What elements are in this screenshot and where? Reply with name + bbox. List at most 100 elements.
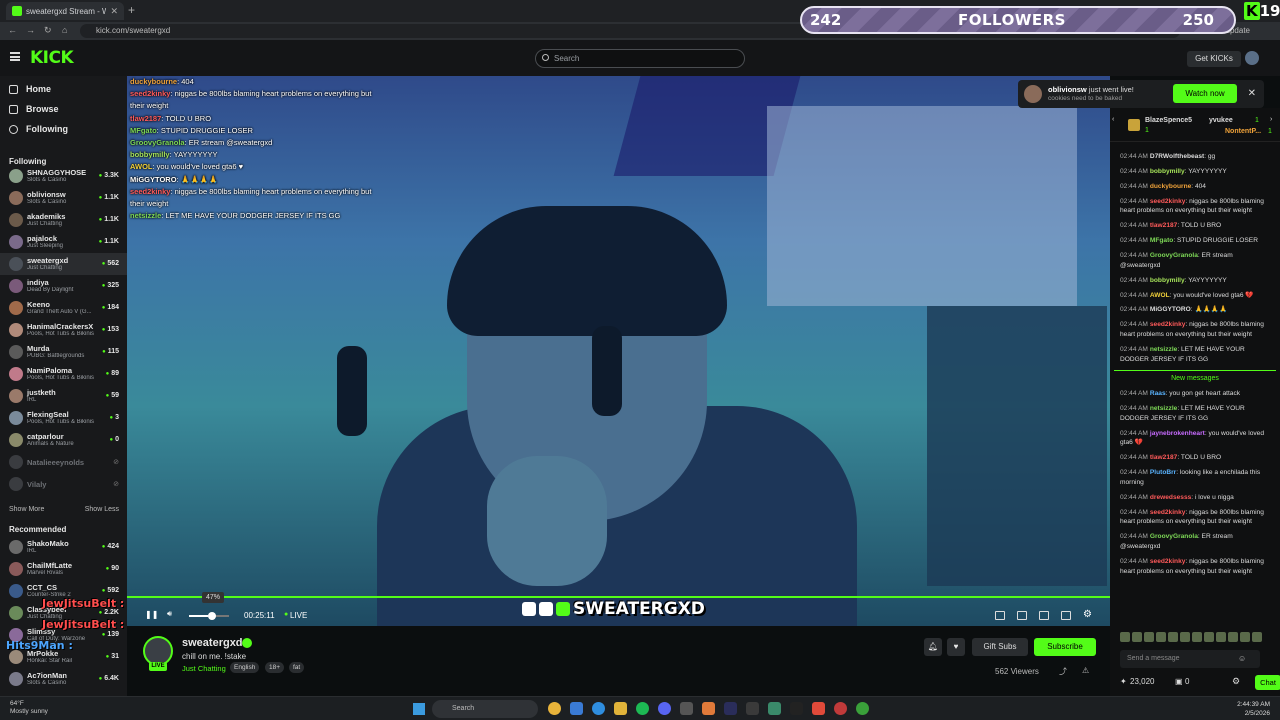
app-icon[interactable] <box>834 702 847 715</box>
sidebar-channel[interactable]: SHNAGGYHOSESlots & Casino 3.3K <box>0 165 127 187</box>
home-icon[interactable]: ⌂ <box>62 25 67 35</box>
emote-icon[interactable] <box>1216 632 1226 642</box>
sidebar-channel[interactable]: catparlourAnimals & Nature 0 <box>0 429 127 451</box>
kicks-balance[interactable]: 23,020 <box>1130 677 1154 686</box>
chat-username[interactable]: duckybourne <box>1150 183 1191 190</box>
sidebar-channel[interactable]: ShakoMakoIRL 424 <box>0 536 127 558</box>
watch-now-button[interactable]: Watch now <box>1173 84 1237 103</box>
chat-username[interactable]: Raas <box>1150 390 1166 397</box>
chat-username[interactable]: bobbymilly <box>1150 277 1185 284</box>
show-less-button[interactable]: Show Less <box>85 506 119 513</box>
sidebar-channel[interactable]: akademiksJust Chatting 1.1K <box>0 209 127 231</box>
spotify-icon[interactable] <box>636 702 649 715</box>
close-tab-icon[interactable]: ✕ <box>110 6 118 17</box>
report-icon[interactable]: ⚠ <box>1082 666 1089 675</box>
emote-icon[interactable] <box>1132 632 1142 642</box>
get-kicks-button[interactable]: Get KICKs <box>1187 51 1241 67</box>
chat-username[interactable]: netsizzle <box>1150 346 1177 353</box>
chat-message[interactable]: 02:44 AM PlutoBrr: looking like a enchila… <box>1120 468 1270 487</box>
discord-icon[interactable] <box>658 702 671 715</box>
sidebar-channel[interactable]: NamiPalomaPools, Hot Tubs & Bikinis 89 <box>0 363 127 385</box>
chat-message[interactable]: 02:44 AM GroovyGranola: ER stream @sweate… <box>1120 251 1270 270</box>
emote-icon[interactable] <box>1156 632 1166 642</box>
hamburger-menu-icon[interactable] <box>10 52 20 61</box>
brave-icon[interactable] <box>812 702 825 715</box>
sidebar-channel[interactable]: sweatergxdJust Chatting 562 <box>0 253 127 275</box>
chat-message[interactable]: 02:44 AM jaynebrokenheart: you would've l… <box>1120 429 1270 448</box>
chat-username[interactable]: seed2kinky <box>1150 558 1186 565</box>
chat-message[interactable]: 02:44 AM GroovyGranola: ER stream @sweate… <box>1120 532 1270 551</box>
settings-gear-icon[interactable]: ⚙ <box>1083 609 1092 620</box>
chat-username[interactable]: D7RWolfthebeast <box>1150 153 1204 160</box>
volume-icon[interactable]: 🔊︎ <box>167 609 172 619</box>
sidebar-channel[interactable]: justkethIRL 59 <box>0 385 127 407</box>
share-icon[interactable]: ⤴ <box>1059 666 1067 677</box>
chat-message[interactable]: 02:44 AM D7RWolfthebeast: gg <box>1120 152 1270 162</box>
photoshop-icon[interactable] <box>724 702 737 715</box>
sidebar-channel[interactable]: Ac7ionManSlots & Casino 6.4K <box>0 668 127 690</box>
close-icon[interactable]: ✕ <box>1248 88 1256 99</box>
taskbar-clock[interactable]: 2:44:39 AM 2/5/2026 <box>1237 700 1270 718</box>
chat-message[interactable]: 02:44 AM seed2kinky: niggas be 800lbs bla… <box>1120 508 1270 527</box>
nav-home[interactable]: Home <box>9 84 51 94</box>
chevron-left-icon[interactable]: ‹ <box>1112 116 1114 123</box>
emote-icon[interactable] <box>1180 632 1190 642</box>
taskview-icon[interactable] <box>570 702 583 715</box>
chat-username[interactable]: MiGGYTORO <box>1150 306 1191 313</box>
app-icon[interactable] <box>746 702 759 715</box>
emote-icon[interactable] <box>1120 632 1130 642</box>
back-icon[interactable]: ← <box>8 25 17 35</box>
sidebar-channel[interactable]: indiyaDead By Daylight 325 <box>0 275 127 297</box>
chat-message[interactable]: 02:44 AM seed2kinky: niggas be 800lbs bla… <box>1120 197 1270 216</box>
xbox-icon[interactable] <box>856 702 869 715</box>
chat-username[interactable]: drewedsesss <box>1150 494 1191 501</box>
browser-tab[interactable]: sweatergxd Stream - Watch... ✕ <box>6 2 124 20</box>
chat-send-button[interactable]: Chat <box>1255 675 1280 690</box>
emote-icon[interactable] <box>1228 632 1238 642</box>
terminal-icon[interactable] <box>790 702 803 715</box>
nav-following[interactable]: Following <box>9 124 68 134</box>
live-progress-bar[interactable] <box>127 596 1110 598</box>
chat-username[interactable]: netsizzle <box>1150 405 1177 412</box>
sidebar-channel[interactable]: KeenoGrand Theft Auto V (G... 184 <box>0 297 127 319</box>
tag-fat[interactable]: fat <box>289 662 305 673</box>
notification-bell-button[interactable]: 🔔︎ <box>924 638 942 656</box>
edge-icon[interactable] <box>592 702 605 715</box>
chat-username[interactable]: tlaw2187 <box>1150 222 1178 229</box>
volume-handle[interactable] <box>208 612 216 620</box>
chat-message[interactable]: 02:44 AM MFgato: STUPID DRUGGIE LOSER <box>1120 236 1270 246</box>
sidebar-channel[interactable]: oblivionswSlots & Casino 1.1K <box>0 187 127 209</box>
chat-username[interactable]: seed2kinky <box>1150 198 1186 205</box>
chat-message[interactable]: 02:44 AM duckybourne: 404 <box>1120 182 1270 192</box>
chat-username[interactable]: GroovyGranola <box>1150 533 1198 540</box>
sidebar-channel[interactable]: pajalockJust Sleeping 1.1K <box>0 231 127 253</box>
app-icon[interactable] <box>768 702 781 715</box>
sidebar-channel-offline[interactable]: Vilaly ⊘ <box>0 473 127 495</box>
sidebar-channel[interactable]: MurdaPUBG: Battlegrounds 115 <box>0 341 127 363</box>
sidebar-channel[interactable]: ChailMfLatteMarvel Rivals 90 <box>0 558 127 580</box>
gifter-2[interactable]: yvukee <box>1209 117 1233 124</box>
chat-username[interactable]: seed2kinky <box>1150 509 1186 516</box>
reload-icon[interactable]: ↻ <box>44 25 52 36</box>
clip-icon[interactable] <box>1017 611 1027 620</box>
emote-icon[interactable] <box>1204 632 1214 642</box>
sidebar-channel-offline[interactable]: Natalieeeynolds ⊘ <box>0 451 127 473</box>
app-icon[interactable] <box>702 702 715 715</box>
chat-message[interactable]: 02:44 AM bobbymilly: YAYYYYYYY <box>1120 276 1270 286</box>
video-player[interactable]: duckybourne: 404 seed2kinky: niggas be 80… <box>127 76 1110 626</box>
streamer-name[interactable]: sweatergxd <box>182 637 243 649</box>
chat-message[interactable]: 02:44 AM seed2kinky: niggas be 800lbs bla… <box>1120 557 1270 576</box>
file-explorer-icon[interactable] <box>614 702 627 715</box>
chat-message[interactable]: 02:44 AM seed2kinky: niggas be 800lbs bla… <box>1120 320 1270 339</box>
app-icon[interactable] <box>680 702 693 715</box>
gifter-1[interactable]: BlazeSpence5 <box>1145 117 1192 124</box>
emote-icon[interactable] <box>1252 632 1262 642</box>
chat-message[interactable]: 02:44 AM bobbymilly: YAYYYYYYY <box>1120 167 1270 177</box>
chat-message[interactable]: 02:44 AM MiGGYTORO: 🙏🙏🙏🙏 <box>1120 305 1270 315</box>
emote-icon[interactable] <box>1240 632 1250 642</box>
kick-logo[interactable]: KICK <box>30 48 74 68</box>
chat-message[interactable]: 02:44 AM netsizzle: LET ME HAVE YOUR DODG… <box>1120 404 1270 423</box>
chat-message[interactable]: 02:44 AM drewedsesss: i love u nigga <box>1120 493 1270 503</box>
chat-message[interactable]: 02:44 AM tlaw2187: TOLD U BRO <box>1120 453 1270 463</box>
chat-username[interactable]: GroovyGranola <box>1150 252 1198 259</box>
